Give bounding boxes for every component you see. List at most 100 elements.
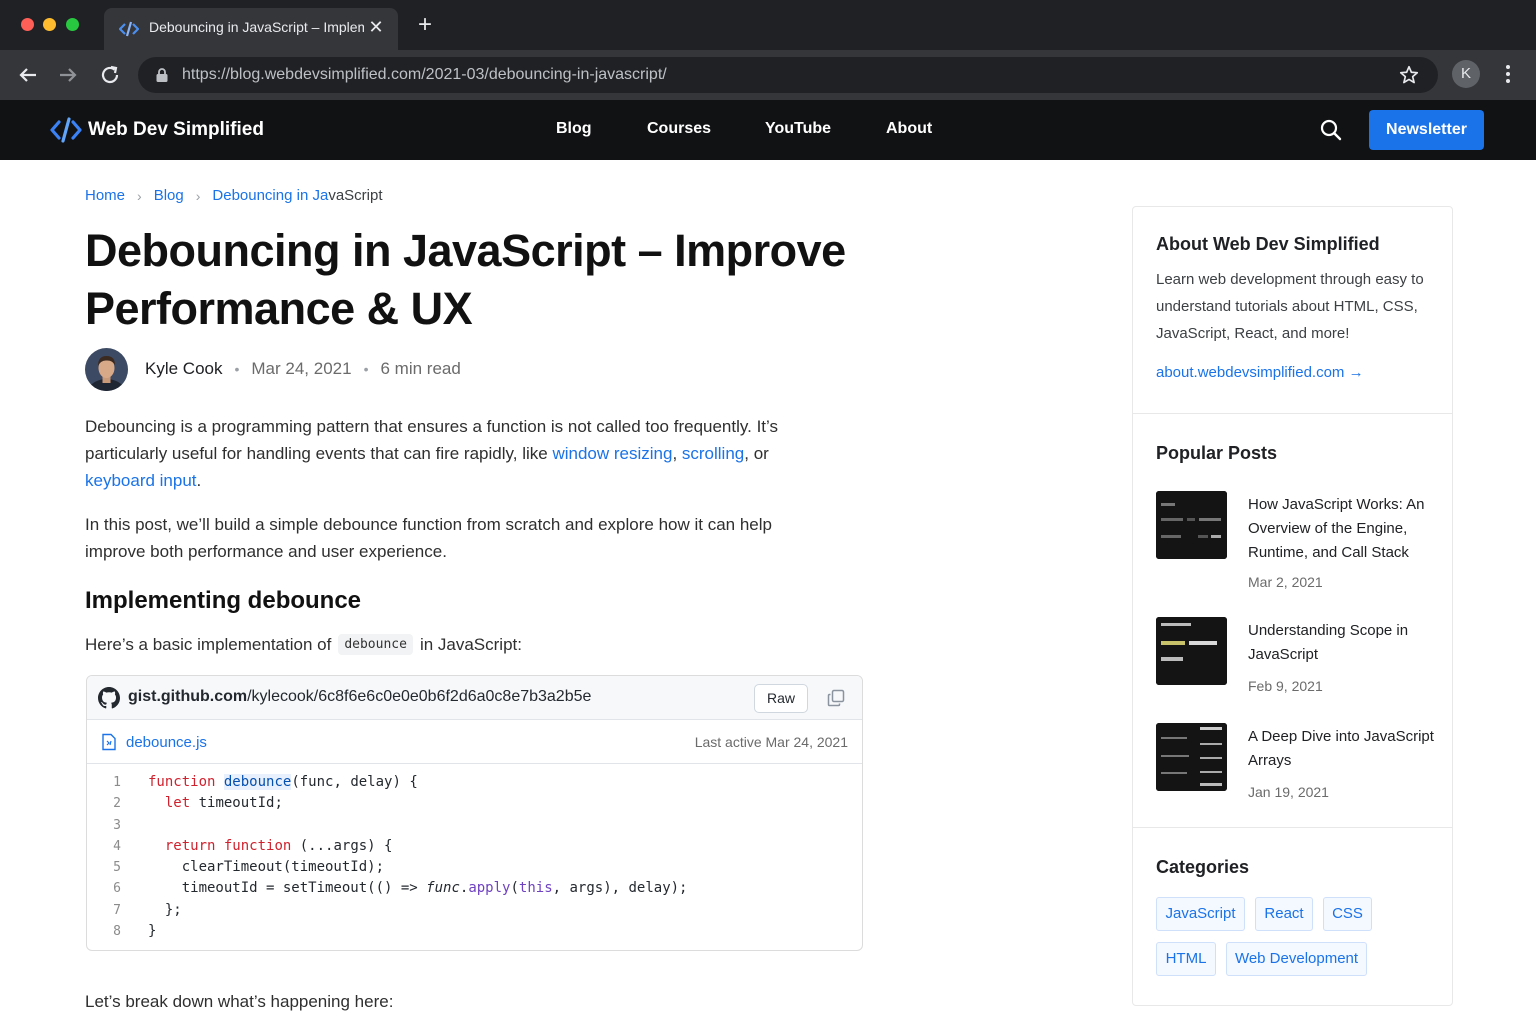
tab-title: Debouncing in JavaScript – Impleme <box>149 19 364 35</box>
newsletter-button[interactable]: Newsletter <box>1369 110 1484 150</box>
file-icon <box>102 733 116 751</box>
address-bar[interactable]: https://blog.webdevsimplified.com/2021-0… <box>138 57 1438 93</box>
browser-tab-bar: Debouncing in JavaScript – Impleme ✕ + <box>0 0 1536 50</box>
line-number: 6 <box>113 881 121 897</box>
browser-tab[interactable]: Debouncing in JavaScript – Impleme ✕ <box>104 8 398 50</box>
code-content: return function (...args) { <box>164 837 393 854</box>
site-brand[interactable]: Web Dev Simplified <box>50 116 264 144</box>
about-link[interactable]: about.webdevsimplified.com → <box>1156 364 1364 381</box>
reload-icon[interactable] <box>98 63 122 87</box>
breadcrumb-current-link[interactable]: Debouncing in Ja <box>212 187 328 204</box>
code-line: 5 clearTimeout(timeoutId); <box>87 857 862 878</box>
breadcrumb-home[interactable]: Home <box>85 187 125 204</box>
gist-url-host: gist.github.com <box>128 688 248 705</box>
search-icon[interactable] <box>1318 117 1344 143</box>
line-number: 8 <box>113 924 121 940</box>
post-date: Mar 2, 2021 <box>1248 574 1323 590</box>
category-tag-css[interactable]: CSS <box>1323 897 1372 931</box>
window-close-button[interactable] <box>21 18 34 31</box>
category-tag-html[interactable]: HTML <box>1156 942 1216 976</box>
code-line: 2 let timeoutId; <box>87 793 862 814</box>
code-content: clearTimeout(timeoutId); <box>148 859 385 876</box>
paragraph-overview: In this post, we’ll build a simple debou… <box>85 515 772 561</box>
nav-link-blog[interactable]: Blog <box>556 120 592 138</box>
breadcrumb-blog[interactable]: Blog <box>154 187 184 204</box>
author-name[interactable]: Kyle Cook <box>145 359 222 379</box>
brand-name: Web Dev Simplified <box>88 119 264 140</box>
copy-icon[interactable] <box>826 688 846 708</box>
code-content: timeoutId = setTimeout(() => func.apply(… <box>148 880 688 897</box>
popular-heading: Popular Posts <box>1156 443 1278 463</box>
category-tag-web-development[interactable]: Web Development <box>1226 942 1367 976</box>
gist-url[interactable]: gist.github.com/kylecook/6c8f6e6c0e0e0b6… <box>128 688 591 706</box>
article-title: Debouncing in JavaScript – Improve Perfo… <box>85 225 846 334</box>
link-scrolling[interactable]: scrolling <box>682 444 744 463</box>
sidebar: About Web Dev Simplified Learn web devel… <box>1132 206 1453 1006</box>
paragraph-text: , <box>672 444 682 463</box>
site-header: Web Dev Simplified Blog Courses YouTube … <box>0 100 1536 160</box>
read-time: 6 min read <box>380 359 461 378</box>
gist-url-path: /kylecook/6c8f6e6c0e0e0b6f2d6a0c8e7b3a2b… <box>247 688 592 705</box>
line-number: 5 <box>113 860 121 876</box>
profile-avatar[interactable]: K <box>1452 60 1480 88</box>
paragraph-implementation: Here’s a basic implementation of debounc… <box>85 634 522 655</box>
kebab-menu-icon[interactable] <box>1496 62 1520 86</box>
code-line: 7 }; <box>87 900 862 921</box>
close-icon[interactable]: ✕ <box>366 17 386 37</box>
browser-toolbar: https://blog.webdevsimplified.com/2021-0… <box>0 50 1536 100</box>
url-text: https://blog.webdevsimplified.com/2021-0… <box>182 66 667 83</box>
star-icon[interactable] <box>1398 64 1420 86</box>
post-thumbnail <box>1156 617 1227 685</box>
paragraph-text: Here’s a basic implementation of <box>85 634 332 654</box>
post-date: Jan 19, 2021 <box>1248 784 1329 800</box>
about-text: Learn web development through easy to un… <box>1156 271 1424 342</box>
breadcrumb-current: vaScript <box>328 187 383 204</box>
publish-date: Mar 24, 2021 <box>251 359 352 378</box>
link-window-resizing[interactable]: window resizing <box>552 444 672 463</box>
paragraph-text: . <box>196 471 202 490</box>
about-card: About Web Dev Simplified Learn web devel… <box>1133 207 1452 414</box>
window-minimize-button[interactable] <box>43 18 56 31</box>
categories-heading: Categories <box>1156 857 1250 877</box>
code-brackets-icon <box>119 21 139 37</box>
post-title: Understanding Scope in JavaScript <box>1248 622 1409 663</box>
code-line: 6 timeoutId = setTimeout(() => func.appl… <box>87 878 862 899</box>
back-arrow-icon[interactable] <box>16 63 40 87</box>
line-number: 7 <box>113 902 121 918</box>
line-number: 1 <box>113 775 121 790</box>
code-line: 4 return function (...args) { <box>87 836 862 857</box>
nav-link-about[interactable]: About <box>886 120 932 138</box>
lock-icon <box>156 68 168 82</box>
section-heading: Implementing debounce <box>85 587 362 614</box>
post-title: How JavaScript Works: An Overview of the… <box>1248 496 1425 561</box>
code-content: let timeoutId; <box>164 795 283 812</box>
line-number: 2 <box>113 796 121 812</box>
forward-arrow-icon[interactable] <box>56 63 80 87</box>
post-date: Feb 9, 2021 <box>1248 678 1323 694</box>
paragraph-text: , or <box>744 444 769 463</box>
author-avatar[interactable] <box>85 347 128 391</box>
link-keyboard-input[interactable]: keyboard input <box>85 471 197 490</box>
post-thumbnail <box>1156 723 1227 791</box>
gist-last-active: Last active Mar 24, 2021 <box>694 734 848 750</box>
plus-icon[interactable]: + <box>414 13 436 37</box>
breadcrumb: Home › Blog › Debouncing in Ja vaScript <box>85 187 383 204</box>
gist-header: gist.github.com/kylecook/6c8f6e6c0e0e0b6… <box>87 676 862 720</box>
category-tag-react[interactable]: React <box>1255 897 1313 931</box>
line-number: 4 <box>113 838 121 854</box>
code-block: 1 function debounce(func, delay) { 2 let … <box>87 764 862 942</box>
window-maximize-button[interactable] <box>66 18 79 31</box>
popular-posts: Popular Posts How JavaScript Works: An O… <box>1133 414 1452 828</box>
code-line: 1 function debounce(func, delay) { <box>87 772 862 793</box>
nav-link-courses[interactable]: Courses <box>647 120 711 138</box>
page-content: Home › Blog › Debouncing in Ja vaScript D… <box>0 160 1536 1024</box>
code-line: 8} <box>87 921 862 942</box>
code-content: }; <box>148 901 182 918</box>
nav-link-youtube[interactable]: YouTube <box>765 120 831 138</box>
code-brackets-icon <box>50 117 82 143</box>
code-content <box>129 815 148 836</box>
gist-file-name[interactable]: debounce.js <box>126 734 207 751</box>
raw-button[interactable]: Raw <box>754 684 808 713</box>
category-tag-javascript[interactable]: JavaScript <box>1156 897 1245 931</box>
gist-file-bar: debounce.js Last active Mar 24, 2021 <box>87 720 862 764</box>
